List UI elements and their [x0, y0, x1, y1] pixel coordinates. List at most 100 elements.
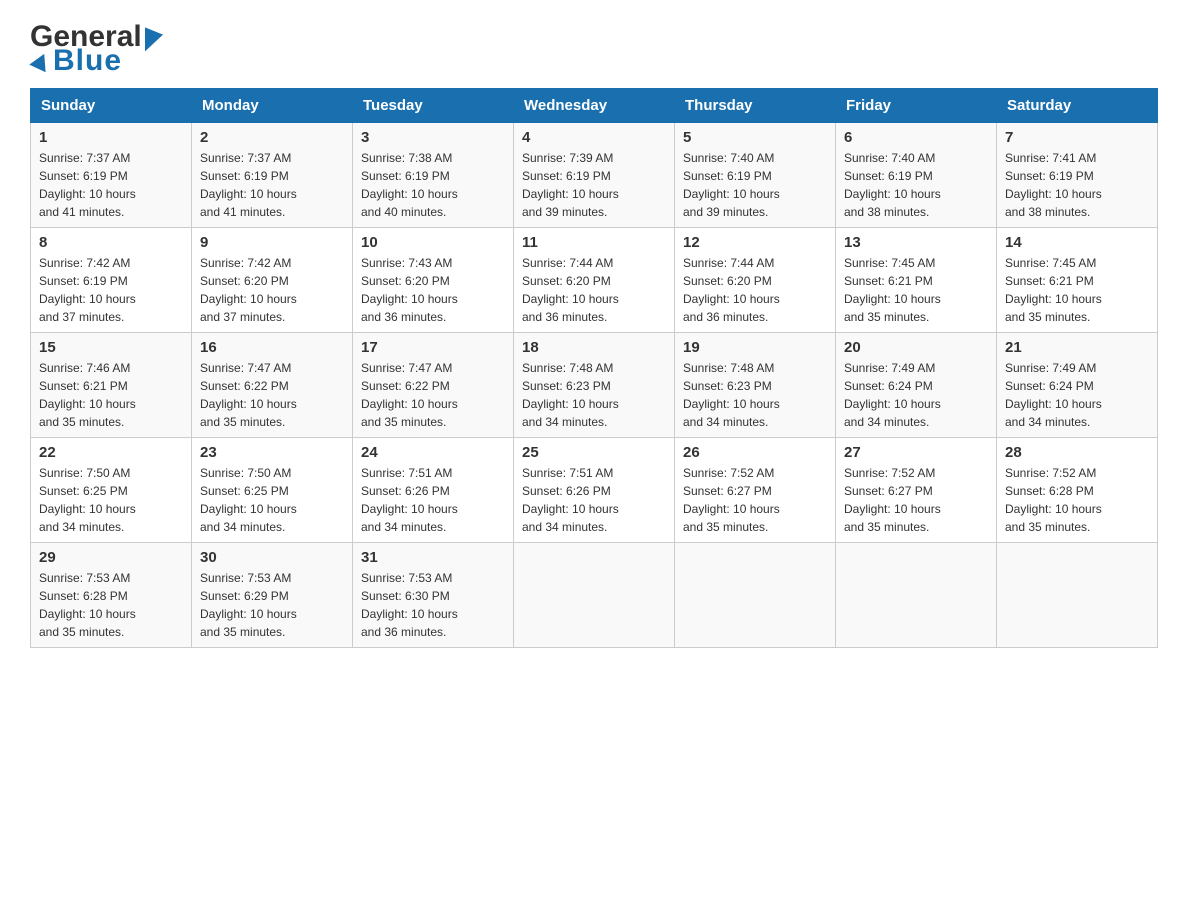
logo-triangle-icon [29, 50, 52, 72]
day-info: Sunrise: 7:37 AMSunset: 6:19 PMDaylight:… [200, 149, 344, 221]
calendar-cell: 23 Sunrise: 7:50 AMSunset: 6:25 PMDaylig… [192, 438, 353, 543]
day-info: Sunrise: 7:40 AMSunset: 6:19 PMDaylight:… [844, 149, 988, 221]
calendar-cell: 28 Sunrise: 7:52 AMSunset: 6:28 PMDaylig… [997, 438, 1158, 543]
day-info: Sunrise: 7:52 AMSunset: 6:27 PMDaylight:… [683, 464, 827, 536]
day-number: 22 [39, 444, 183, 461]
day-info: Sunrise: 7:49 AMSunset: 6:24 PMDaylight:… [1005, 359, 1149, 431]
calendar-cell: 27 Sunrise: 7:52 AMSunset: 6:27 PMDaylig… [836, 438, 997, 543]
day-number: 2 [200, 129, 344, 146]
day-info: Sunrise: 7:40 AMSunset: 6:19 PMDaylight:… [683, 149, 827, 221]
week-row-1: 1 Sunrise: 7:37 AMSunset: 6:19 PMDayligh… [31, 123, 1158, 228]
calendar-cell: 16 Sunrise: 7:47 AMSunset: 6:22 PMDaylig… [192, 333, 353, 438]
calendar-cell: 3 Sunrise: 7:38 AMSunset: 6:19 PMDayligh… [353, 123, 514, 228]
calendar-cell [514, 543, 675, 648]
day-info: Sunrise: 7:52 AMSunset: 6:28 PMDaylight:… [1005, 464, 1149, 536]
calendar-cell: 5 Sunrise: 7:40 AMSunset: 6:19 PMDayligh… [675, 123, 836, 228]
calendar-cell: 4 Sunrise: 7:39 AMSunset: 6:19 PMDayligh… [514, 123, 675, 228]
day-info: Sunrise: 7:42 AMSunset: 6:20 PMDaylight:… [200, 254, 344, 326]
calendar-cell: 20 Sunrise: 7:49 AMSunset: 6:24 PMDaylig… [836, 333, 997, 438]
day-info: Sunrise: 7:51 AMSunset: 6:26 PMDaylight:… [361, 464, 505, 536]
calendar-body: 1 Sunrise: 7:37 AMSunset: 6:19 PMDayligh… [31, 123, 1158, 648]
day-number: 16 [200, 339, 344, 356]
day-info: Sunrise: 7:37 AMSunset: 6:19 PMDaylight:… [39, 149, 183, 221]
page-header: General Blue [30, 20, 1158, 78]
calendar-cell: 18 Sunrise: 7:48 AMSunset: 6:23 PMDaylig… [514, 333, 675, 438]
week-row-4: 22 Sunrise: 7:50 AMSunset: 6:25 PMDaylig… [31, 438, 1158, 543]
day-number: 27 [844, 444, 988, 461]
col-header-saturday: Saturday [997, 89, 1158, 123]
calendar-cell: 19 Sunrise: 7:48 AMSunset: 6:23 PMDaylig… [675, 333, 836, 438]
calendar-cell: 9 Sunrise: 7:42 AMSunset: 6:20 PMDayligh… [192, 228, 353, 333]
logo-arrow-icon [145, 23, 163, 52]
week-row-5: 29 Sunrise: 7:53 AMSunset: 6:28 PMDaylig… [31, 543, 1158, 648]
calendar-cell: 10 Sunrise: 7:43 AMSunset: 6:20 PMDaylig… [353, 228, 514, 333]
calendar-table: SundayMondayTuesdayWednesdayThursdayFrid… [30, 88, 1158, 648]
day-number: 1 [39, 129, 183, 146]
calendar-cell [836, 543, 997, 648]
calendar-cell: 2 Sunrise: 7:37 AMSunset: 6:19 PMDayligh… [192, 123, 353, 228]
day-number: 8 [39, 234, 183, 251]
week-row-3: 15 Sunrise: 7:46 AMSunset: 6:21 PMDaylig… [31, 333, 1158, 438]
week-row-2: 8 Sunrise: 7:42 AMSunset: 6:19 PMDayligh… [31, 228, 1158, 333]
day-info: Sunrise: 7:50 AMSunset: 6:25 PMDaylight:… [39, 464, 183, 536]
day-number: 9 [200, 234, 344, 251]
day-number: 3 [361, 129, 505, 146]
calendar-cell: 29 Sunrise: 7:53 AMSunset: 6:28 PMDaylig… [31, 543, 192, 648]
day-info: Sunrise: 7:53 AMSunset: 6:29 PMDaylight:… [200, 569, 344, 641]
day-info: Sunrise: 7:47 AMSunset: 6:22 PMDaylight:… [200, 359, 344, 431]
day-number: 6 [844, 129, 988, 146]
day-number: 26 [683, 444, 827, 461]
col-header-tuesday: Tuesday [353, 89, 514, 123]
calendar-cell: 17 Sunrise: 7:47 AMSunset: 6:22 PMDaylig… [353, 333, 514, 438]
day-number: 23 [200, 444, 344, 461]
day-number: 29 [39, 549, 183, 566]
calendar-cell [997, 543, 1158, 648]
logo-blue-text: Blue [53, 44, 122, 78]
day-number: 13 [844, 234, 988, 251]
day-number: 19 [683, 339, 827, 356]
column-headers-row: SundayMondayTuesdayWednesdayThursdayFrid… [31, 89, 1158, 123]
day-number: 10 [361, 234, 505, 251]
calendar-cell: 12 Sunrise: 7:44 AMSunset: 6:20 PMDaylig… [675, 228, 836, 333]
day-number: 18 [522, 339, 666, 356]
day-info: Sunrise: 7:45 AMSunset: 6:21 PMDaylight:… [1005, 254, 1149, 326]
day-info: Sunrise: 7:53 AMSunset: 6:30 PMDaylight:… [361, 569, 505, 641]
day-info: Sunrise: 7:47 AMSunset: 6:22 PMDaylight:… [361, 359, 505, 431]
calendar-cell: 31 Sunrise: 7:53 AMSunset: 6:30 PMDaylig… [353, 543, 514, 648]
day-info: Sunrise: 7:46 AMSunset: 6:21 PMDaylight:… [39, 359, 183, 431]
day-info: Sunrise: 7:41 AMSunset: 6:19 PMDaylight:… [1005, 149, 1149, 221]
calendar-cell: 21 Sunrise: 7:49 AMSunset: 6:24 PMDaylig… [997, 333, 1158, 438]
calendar-cell: 15 Sunrise: 7:46 AMSunset: 6:21 PMDaylig… [31, 333, 192, 438]
day-info: Sunrise: 7:38 AMSunset: 6:19 PMDaylight:… [361, 149, 505, 221]
calendar-cell: 6 Sunrise: 7:40 AMSunset: 6:19 PMDayligh… [836, 123, 997, 228]
day-number: 15 [39, 339, 183, 356]
calendar-cell: 13 Sunrise: 7:45 AMSunset: 6:21 PMDaylig… [836, 228, 997, 333]
day-number: 21 [1005, 339, 1149, 356]
day-number: 4 [522, 129, 666, 146]
day-info: Sunrise: 7:48 AMSunset: 6:23 PMDaylight:… [522, 359, 666, 431]
day-number: 14 [1005, 234, 1149, 251]
col-header-sunday: Sunday [31, 89, 192, 123]
calendar-cell: 11 Sunrise: 7:44 AMSunset: 6:20 PMDaylig… [514, 228, 675, 333]
day-info: Sunrise: 7:43 AMSunset: 6:20 PMDaylight:… [361, 254, 505, 326]
day-number: 28 [1005, 444, 1149, 461]
calendar-cell: 26 Sunrise: 7:52 AMSunset: 6:27 PMDaylig… [675, 438, 836, 543]
col-header-monday: Monday [192, 89, 353, 123]
day-info: Sunrise: 7:45 AMSunset: 6:21 PMDaylight:… [844, 254, 988, 326]
day-info: Sunrise: 7:50 AMSunset: 6:25 PMDaylight:… [200, 464, 344, 536]
col-header-thursday: Thursday [675, 89, 836, 123]
col-header-wednesday: Wednesday [514, 89, 675, 123]
day-info: Sunrise: 7:42 AMSunset: 6:19 PMDaylight:… [39, 254, 183, 326]
day-info: Sunrise: 7:44 AMSunset: 6:20 PMDaylight:… [522, 254, 666, 326]
day-number: 11 [522, 234, 666, 251]
day-info: Sunrise: 7:48 AMSunset: 6:23 PMDaylight:… [683, 359, 827, 431]
day-info: Sunrise: 7:53 AMSunset: 6:28 PMDaylight:… [39, 569, 183, 641]
logo: General Blue [30, 20, 163, 78]
calendar-cell: 14 Sunrise: 7:45 AMSunset: 6:21 PMDaylig… [997, 228, 1158, 333]
calendar-cell: 8 Sunrise: 7:42 AMSunset: 6:19 PMDayligh… [31, 228, 192, 333]
calendar-cell: 24 Sunrise: 7:51 AMSunset: 6:26 PMDaylig… [353, 438, 514, 543]
day-info: Sunrise: 7:44 AMSunset: 6:20 PMDaylight:… [683, 254, 827, 326]
day-number: 30 [200, 549, 344, 566]
calendar-cell: 30 Sunrise: 7:53 AMSunset: 6:29 PMDaylig… [192, 543, 353, 648]
day-number: 25 [522, 444, 666, 461]
